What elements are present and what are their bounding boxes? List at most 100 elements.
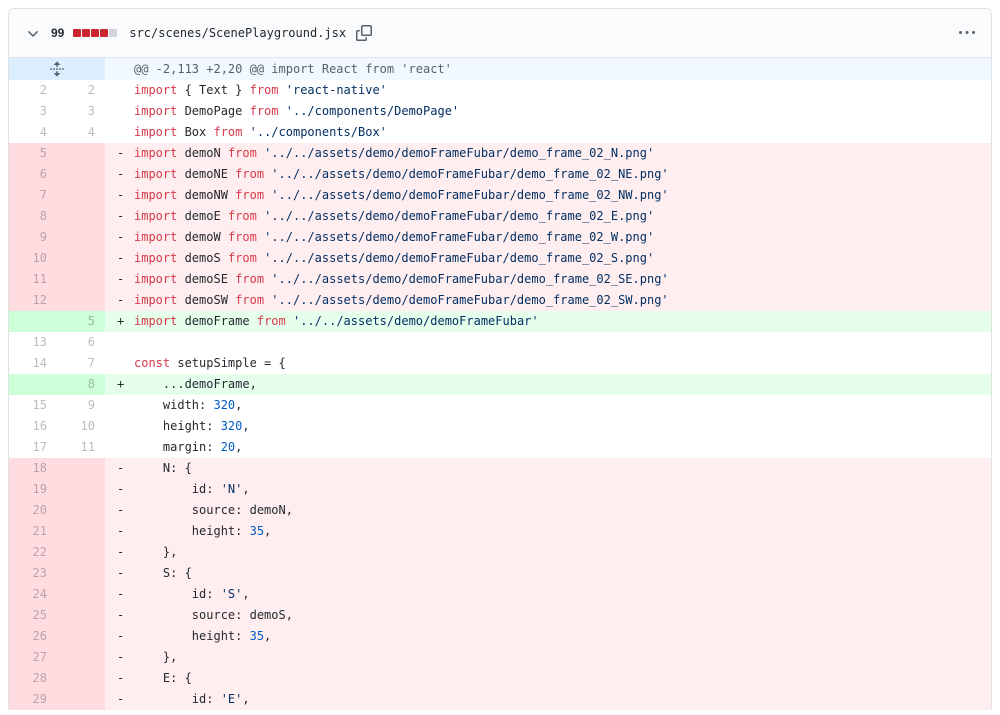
new-line-number[interactable]	[57, 542, 105, 563]
old-line-number[interactable]: 16	[9, 416, 57, 437]
file-header: 99 src/scenes/ScenePlayground.jsx	[9, 9, 991, 58]
copy-icon[interactable]	[356, 25, 373, 41]
diff-sign	[105, 80, 134, 101]
old-line-number[interactable]: 27	[9, 647, 57, 668]
new-line-number[interactable]: 6	[57, 332, 105, 353]
code-text: import demoSW from '../../assets/demo/de…	[134, 293, 669, 307]
old-line-number[interactable]: 11	[9, 269, 57, 290]
old-line-number[interactable]: 29	[9, 689, 57, 710]
file-diff-container: 99 src/scenes/ScenePlayground.jsx @@ -2,…	[8, 8, 992, 710]
expand-hunk-button[interactable]	[9, 58, 105, 80]
diffstat-block	[82, 29, 91, 37]
file-path-link[interactable]: src/scenes/ScenePlayground.jsx	[129, 26, 346, 40]
code-text: import demoNW from '../../assets/demo/de…	[134, 188, 669, 202]
new-line-number[interactable]: 5	[57, 311, 105, 332]
diffstat-block	[73, 29, 82, 37]
old-line-number[interactable]	[9, 311, 57, 332]
new-line-number[interactable]	[57, 290, 105, 311]
code-text: margin: 20,	[134, 440, 243, 454]
old-line-number[interactable]: 17	[9, 437, 57, 458]
old-line-number[interactable]: 8	[9, 206, 57, 227]
old-line-number[interactable]	[9, 374, 57, 395]
diff-sign	[105, 353, 134, 374]
old-line-number[interactable]: 4	[9, 122, 57, 143]
diff-sign	[105, 101, 134, 122]
chevron-down-icon[interactable]	[25, 25, 41, 41]
diff-line: 3 3 import DemoPage from '../components/De…	[9, 101, 991, 122]
old-line-number[interactable]: 14	[9, 353, 57, 374]
diff-line: 13 6	[9, 332, 991, 353]
new-line-number[interactable]: 11	[57, 437, 105, 458]
diff-line: 4 4 import Box from '../components/Box'	[9, 122, 991, 143]
new-line-number[interactable]: 10	[57, 416, 105, 437]
old-line-number[interactable]: 15	[9, 395, 57, 416]
code-text: ...demoFrame,	[134, 377, 257, 391]
code-text: },	[134, 650, 178, 664]
old-line-number[interactable]: 21	[9, 521, 57, 542]
new-line-number[interactable]	[57, 269, 105, 290]
diff-sign: -	[117, 692, 125, 706]
old-line-number[interactable]: 26	[9, 626, 57, 647]
old-line-number[interactable]: 12	[9, 290, 57, 311]
old-line-number[interactable]: 10	[9, 248, 57, 269]
old-line-number[interactable]: 9	[9, 227, 57, 248]
diff-line: 2 2 import { Text } from 'react-native'	[9, 80, 991, 101]
new-line-number[interactable]	[57, 458, 105, 479]
old-line-number[interactable]: 20	[9, 500, 57, 521]
diff-sign: -	[117, 293, 125, 307]
old-line-number[interactable]: 19	[9, 479, 57, 500]
old-line-number[interactable]: 5	[9, 143, 57, 164]
new-line-number[interactable]	[57, 647, 105, 668]
old-line-number[interactable]: 28	[9, 668, 57, 689]
new-line-number[interactable]	[57, 185, 105, 206]
new-line-number[interactable]	[57, 605, 105, 626]
code-text: E: {	[134, 671, 192, 685]
new-line-number[interactable]	[57, 521, 105, 542]
new-line-number[interactable]	[57, 143, 105, 164]
new-line-number[interactable]	[57, 227, 105, 248]
old-line-number[interactable]: 3	[9, 101, 57, 122]
diff-line: 29 - id: 'E',	[9, 689, 991, 710]
new-line-number[interactable]	[57, 563, 105, 584]
hunk-text: @@ -2,113 +2,20 @@ import React from 're…	[105, 58, 991, 80]
diff-line: 16 10 height: 320,	[9, 416, 991, 437]
new-line-number[interactable]: 2	[57, 80, 105, 101]
diff-sign: -	[117, 608, 125, 622]
old-line-number[interactable]: 6	[9, 164, 57, 185]
old-line-number[interactable]: 25	[9, 605, 57, 626]
new-line-number[interactable]	[57, 479, 105, 500]
old-line-number[interactable]: 13	[9, 332, 57, 353]
old-line-number[interactable]: 2	[9, 80, 57, 101]
new-line-number[interactable]	[57, 689, 105, 710]
new-line-number[interactable]	[57, 584, 105, 605]
code-text: height: 35,	[134, 524, 272, 538]
new-line-number[interactable]	[57, 248, 105, 269]
diff-line: 22 - },	[9, 542, 991, 563]
new-line-number[interactable]: 7	[57, 353, 105, 374]
new-line-number[interactable]	[57, 626, 105, 647]
diffstat-block	[91, 29, 100, 37]
diff-line: 15 9 width: 320,	[9, 395, 991, 416]
new-line-number[interactable]	[57, 206, 105, 227]
old-line-number[interactable]: 24	[9, 584, 57, 605]
code-text: import demoW from '../../assets/demo/dem…	[134, 230, 655, 244]
new-line-number[interactable]	[57, 164, 105, 185]
diff-sign: -	[117, 167, 125, 181]
new-line-number[interactable]: 8	[57, 374, 105, 395]
diff-line: 8 + ...demoFrame,	[9, 374, 991, 395]
old-line-number[interactable]: 7	[9, 185, 57, 206]
diff-sign: -	[117, 545, 125, 559]
old-line-number[interactable]: 23	[9, 563, 57, 584]
kebab-horizontal-icon[interactable]	[959, 25, 975, 41]
code-text: height: 320,	[134, 419, 250, 433]
new-line-number[interactable]: 9	[57, 395, 105, 416]
new-line-number[interactable]	[57, 668, 105, 689]
diff-sign	[105, 122, 134, 143]
code-text: import Box from '../components/Box'	[134, 125, 387, 139]
old-line-number[interactable]: 22	[9, 542, 57, 563]
new-line-number[interactable]	[57, 500, 105, 521]
code-text: width: 320,	[134, 398, 243, 412]
new-line-number[interactable]: 3	[57, 101, 105, 122]
new-line-number[interactable]: 4	[57, 122, 105, 143]
old-line-number[interactable]: 18	[9, 458, 57, 479]
